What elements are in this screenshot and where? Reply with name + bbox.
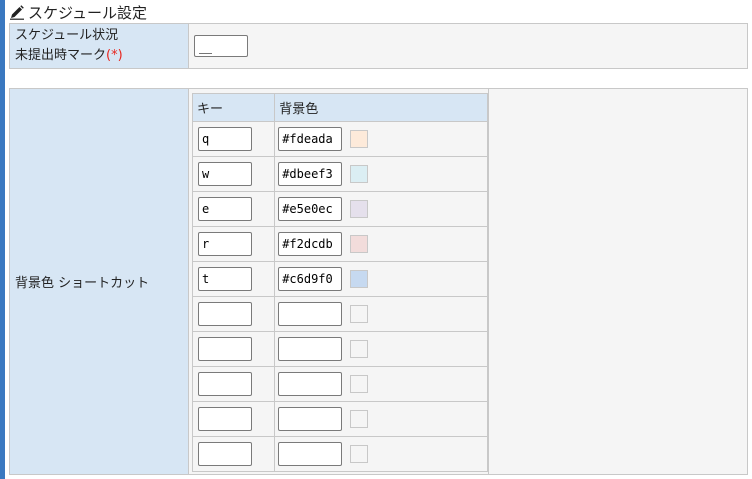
required-marker: (*)	[106, 48, 123, 63]
shortcut-row	[191, 121, 488, 157]
shortcut-row	[191, 191, 488, 227]
shortcut-color-input[interactable]	[278, 372, 343, 396]
unsubmitted-mark-input[interactable]	[194, 35, 248, 57]
shortcut-color-input[interactable]	[278, 127, 343, 151]
color-cell	[274, 296, 488, 332]
shortcut-row	[191, 366, 488, 402]
schedule-status-value-cell	[188, 23, 748, 69]
shortcut-color-input[interactable]	[278, 407, 343, 431]
key-cell	[191, 191, 276, 227]
shortcut-key-input[interactable]	[198, 407, 252, 431]
color-cell	[274, 436, 488, 472]
shortcut-color-input[interactable]	[278, 267, 343, 291]
color-cell	[274, 331, 488, 367]
key-cell	[191, 261, 276, 297]
key-cell	[191, 401, 276, 437]
shortcut-key-input[interactable]	[198, 442, 252, 466]
shortcut-grid: キー 背景色	[191, 93, 488, 472]
shortcut-spacer-cell	[488, 88, 748, 475]
key-cell	[191, 156, 276, 192]
color-cell	[274, 191, 488, 227]
key-cell	[191, 226, 276, 262]
shortcut-row	[191, 261, 488, 297]
color-swatch[interactable]	[350, 200, 369, 218]
shortcut-key-input[interactable]	[198, 232, 252, 256]
shortcut-color-input[interactable]	[278, 442, 343, 466]
color-cell	[274, 156, 488, 192]
page-title: スケジュール設定	[9, 2, 147, 22]
shortcut-row	[191, 156, 488, 192]
color-swatch[interactable]	[350, 165, 369, 183]
color-swatch[interactable]	[350, 410, 369, 428]
shortcut-color-input[interactable]	[278, 162, 343, 186]
pencil-icon	[10, 5, 24, 20]
page-title-text: スケジュール設定	[28, 3, 147, 22]
color-swatch[interactable]	[350, 270, 369, 288]
shortcut-color-input[interactable]	[278, 302, 343, 326]
color-swatch[interactable]	[350, 340, 369, 358]
color-swatch[interactable]	[350, 305, 369, 323]
color-swatch[interactable]	[350, 375, 369, 393]
shortcut-label: 背景色 ショートカット	[9, 88, 189, 475]
shortcut-row	[191, 401, 488, 437]
schedule-status-label-line2: 未提出時マーク(*)	[15, 46, 183, 66]
unsubmitted-mark-label: 未提出時マーク	[15, 48, 107, 63]
key-column-header: キー	[191, 93, 276, 122]
shortcut-key-input[interactable]	[198, 267, 252, 291]
color-column-header: 背景色	[274, 93, 488, 122]
shortcut-row	[191, 296, 488, 332]
key-cell	[191, 331, 276, 367]
shortcut-key-input[interactable]	[198, 372, 252, 396]
shortcut-key-input[interactable]	[198, 337, 252, 361]
shortcut-key-input[interactable]	[198, 127, 252, 151]
shortcut-color-input[interactable]	[278, 232, 343, 256]
shortcut-row	[191, 331, 488, 367]
key-cell	[191, 121, 276, 157]
color-swatch[interactable]	[350, 130, 369, 148]
color-cell	[274, 366, 488, 402]
shortcut-key-input[interactable]	[198, 302, 252, 326]
key-cell	[191, 366, 276, 402]
shortcut-key-input[interactable]	[198, 162, 252, 186]
shortcut-value-cell: キー 背景色	[188, 88, 489, 475]
color-cell	[274, 226, 488, 262]
schedule-status-label-line1: スケジュール状況	[15, 28, 119, 43]
key-cell	[191, 436, 276, 472]
color-cell	[274, 261, 488, 297]
color-cell	[274, 121, 488, 157]
shortcut-key-input[interactable]	[198, 197, 252, 221]
color-cell	[274, 401, 488, 437]
left-accent-bar	[0, 0, 5, 479]
schedule-status-table: スケジュール状況 未提出時マーク(*)	[9, 23, 748, 69]
shortcut-color-input[interactable]	[278, 337, 343, 361]
shortcut-table: 背景色 ショートカット キー 背景色	[9, 88, 748, 475]
shortcut-row	[191, 436, 488, 472]
color-swatch[interactable]	[350, 445, 369, 463]
color-swatch[interactable]	[350, 235, 369, 253]
shortcut-color-input[interactable]	[278, 197, 343, 221]
key-cell	[191, 296, 276, 332]
schedule-status-label: スケジュール状況 未提出時マーク(*)	[9, 23, 189, 69]
shortcut-row	[191, 226, 488, 262]
